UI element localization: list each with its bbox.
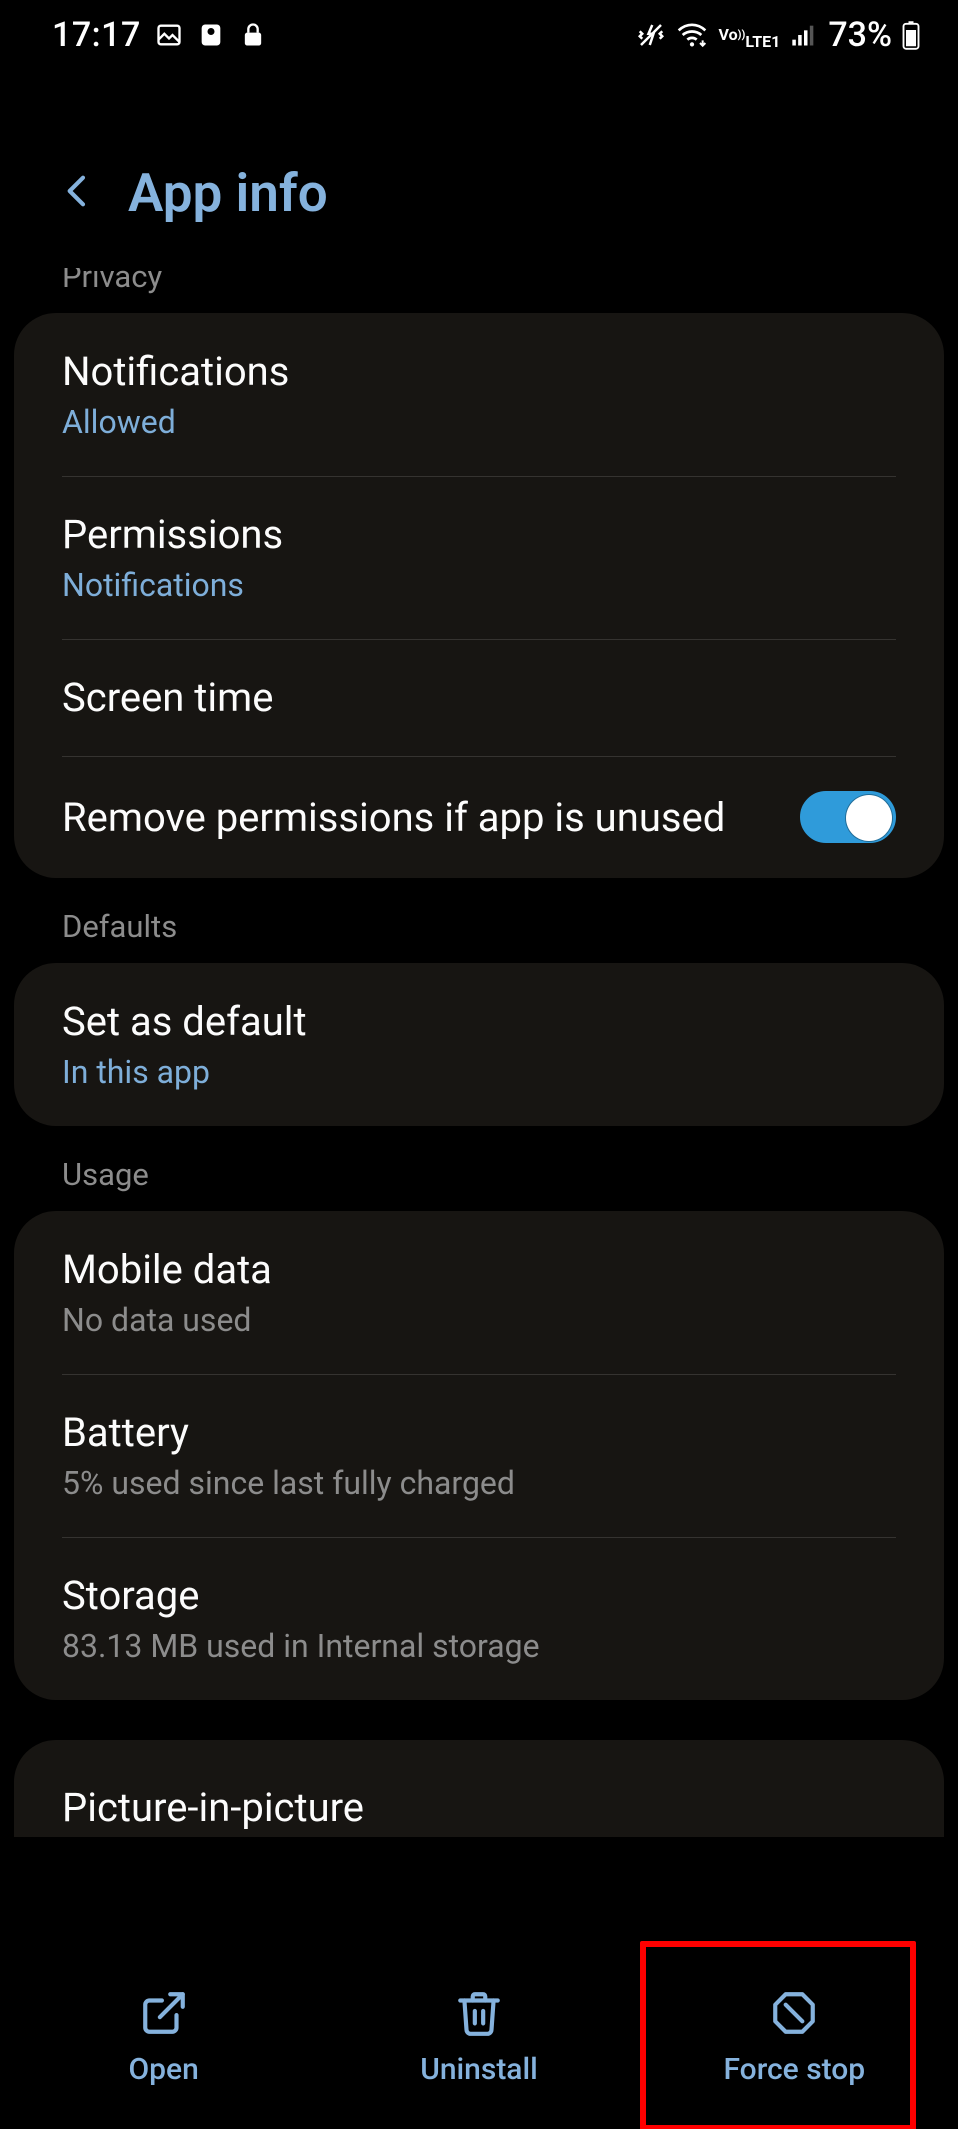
section-label-privacy: Privacy: [14, 268, 944, 313]
stop-icon: [769, 1988, 819, 2042]
row-title: Storage: [62, 1572, 896, 1619]
action-label: Open: [129, 2052, 199, 2087]
row-title: Set as default: [62, 998, 896, 1045]
card-usage: Mobile data No data used Battery 5% used…: [14, 1211, 944, 1700]
status-left: 17:17: [52, 15, 267, 55]
row-title: Screen time: [62, 674, 896, 721]
row-subtitle: In this app: [62, 1053, 896, 1091]
row-screen-time[interactable]: Screen time: [14, 639, 944, 756]
wifi-icon: [676, 19, 708, 51]
camera-icon: [197, 21, 225, 49]
row-remove-permissions[interactable]: Remove permissions if app is unused: [14, 756, 944, 878]
trash-icon: [454, 1988, 504, 2042]
battery-percent: 73%: [828, 15, 892, 55]
row-storage[interactable]: Storage 83.13 MB used in Internal storag…: [14, 1537, 944, 1700]
row-title: Remove permissions if app is unused: [62, 794, 725, 841]
row-title: Picture-in-picture: [62, 1784, 896, 1831]
row-title: Battery: [62, 1409, 896, 1456]
signal-icon: [790, 21, 818, 49]
image-icon: [155, 21, 183, 49]
page-title: App info: [128, 162, 328, 224]
status-right: Vo))LTE1 73%: [636, 15, 920, 55]
card-pip: Picture-in-picture: [14, 1740, 944, 1837]
action-label: Uninstall: [420, 2052, 538, 2087]
card-privacy: Notifications Allowed Permissions Notifi…: [14, 313, 944, 878]
force-stop-button[interactable]: Force stop: [637, 1959, 952, 2115]
action-label: Force stop: [723, 2052, 865, 2087]
back-icon[interactable]: [58, 171, 98, 215]
row-picture-in-picture[interactable]: Picture-in-picture: [14, 1740, 944, 1837]
row-notifications[interactable]: Notifications Allowed: [14, 313, 944, 476]
battery-icon: [902, 20, 920, 50]
row-set-as-default[interactable]: Set as default In this app: [14, 963, 944, 1126]
bottom-action-bar: Open Uninstall Force stop: [0, 1947, 958, 2129]
row-mobile-data[interactable]: Mobile data No data used: [14, 1211, 944, 1374]
header: App info: [0, 70, 958, 268]
row-battery[interactable]: Battery 5% used since last fully charged: [14, 1374, 944, 1537]
toggle-remove-permissions[interactable]: [800, 791, 896, 843]
row-subtitle: 83.13 MB used in Internal storage: [62, 1627, 896, 1665]
section-label-defaults: Defaults: [14, 878, 944, 963]
open-icon: [139, 1988, 189, 2042]
open-button[interactable]: Open: [6, 1959, 321, 2115]
bottom-bar-wrap: Open Uninstall Force stop: [0, 1947, 958, 2129]
status-bar: 17:17 Vo))LTE1 73%: [0, 0, 958, 70]
row-subtitle: Allowed: [62, 403, 896, 441]
section-label-usage: Usage: [14, 1126, 944, 1211]
volte-icon: Vo))LTE1: [718, 21, 780, 49]
lock-icon: [239, 21, 267, 49]
vibrate-icon: [636, 20, 666, 50]
status-time: 17:17: [52, 15, 141, 55]
content[interactable]: Privacy Notifications Allowed Permission…: [0, 268, 958, 1947]
card-defaults: Set as default In this app: [14, 963, 944, 1126]
uninstall-button[interactable]: Uninstall: [321, 1959, 636, 2115]
row-permissions[interactable]: Permissions Notifications: [14, 476, 944, 639]
row-title: Mobile data: [62, 1246, 896, 1293]
row-subtitle: No data used: [62, 1301, 896, 1339]
row-title: Permissions: [62, 511, 896, 558]
row-subtitle: Notifications: [62, 566, 896, 604]
row-title: Notifications: [62, 348, 896, 395]
row-subtitle: 5% used since last fully charged: [62, 1464, 896, 1502]
